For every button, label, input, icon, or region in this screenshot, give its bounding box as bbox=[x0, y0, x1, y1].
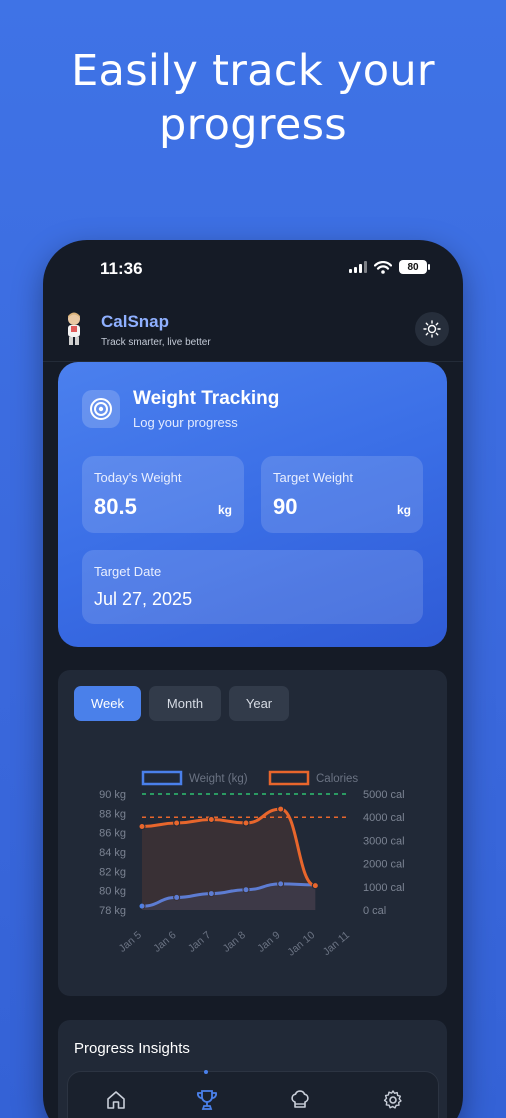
tab-year[interactable]: Year bbox=[229, 686, 289, 721]
left-tick-label: 86 kg bbox=[99, 828, 126, 840]
left-tick-label: 80 kg bbox=[99, 886, 126, 898]
series-point-1 bbox=[311, 882, 319, 890]
legend-swatch-0 bbox=[141, 770, 183, 786]
x-tick-label: Jan 10 bbox=[285, 929, 317, 959]
battery-level: 80 bbox=[407, 261, 419, 273]
avatar-icon bbox=[68, 312, 80, 345]
left-tick-label: 78 kg bbox=[99, 905, 126, 917]
theme-toggle-button[interactable] bbox=[415, 312, 449, 346]
weight-tracking-card: Weight Tracking Log your progress Today'… bbox=[58, 362, 447, 647]
chef-hat-icon bbox=[291, 1090, 309, 1108]
x-tick-label: Jan 5 bbox=[117, 929, 145, 955]
gear-icon bbox=[383, 1090, 402, 1109]
card-subtitle: Log your progress bbox=[133, 415, 238, 430]
left-tick-label: 82 kg bbox=[99, 866, 126, 878]
active-indicator bbox=[204, 1070, 208, 1074]
series-point-1 bbox=[277, 805, 285, 813]
target-weight-label: Target Weight bbox=[273, 470, 353, 485]
todays-weight-value: 80.5 bbox=[94, 494, 137, 519]
x-tick-label: Jan 6 bbox=[151, 929, 179, 955]
right-tick-label: 0 cal bbox=[363, 905, 386, 917]
series-point-1 bbox=[207, 816, 215, 824]
legend-swatch-1 bbox=[268, 770, 310, 786]
insights-title: Progress Insights bbox=[74, 1040, 190, 1057]
target-weight-field[interactable]: Target Weight 90 kg bbox=[261, 456, 423, 533]
sun-icon bbox=[423, 320, 441, 338]
nav-progress[interactable] bbox=[193, 1086, 221, 1114]
app-tagline: Track smarter, live better bbox=[101, 337, 211, 348]
right-tick-label: 2000 cal bbox=[363, 859, 405, 871]
left-tick-label: 84 kg bbox=[99, 847, 126, 859]
x-tick-label: Jan 11 bbox=[321, 929, 352, 958]
legend-label-0: Weight (kg) bbox=[189, 773, 248, 785]
series-point-1 bbox=[138, 822, 146, 830]
nav-settings[interactable] bbox=[379, 1086, 407, 1114]
status-icons: 80 bbox=[349, 260, 430, 274]
right-tick-label: 1000 cal bbox=[363, 882, 405, 894]
tab-week[interactable]: Week bbox=[74, 686, 141, 721]
legend-label-1: Calories bbox=[316, 773, 358, 785]
right-tick-label: 5000 cal bbox=[363, 789, 405, 801]
series-point-1 bbox=[242, 819, 250, 827]
right-tick-label: 3000 cal bbox=[363, 835, 405, 847]
target-weight-unit: kg bbox=[396, 503, 411, 517]
headline-line-1: Easily track your bbox=[71, 46, 435, 96]
progress-chart-card: Week Month Year Weight (kg) Calories 78 kg… bbox=[58, 670, 447, 996]
todays-weight-label: Today's Weight bbox=[94, 470, 182, 485]
target-date-field[interactable]: Target Date Jul 27, 2025 bbox=[82, 550, 423, 624]
battery-icon: 80 bbox=[399, 260, 430, 274]
x-tick-label: Jan 7 bbox=[186, 929, 214, 955]
left-tick-label: 90 kg bbox=[99, 789, 126, 801]
status-time: 11:36 bbox=[100, 259, 143, 278]
card-title: Weight Tracking bbox=[133, 388, 280, 409]
target-date-label: Target Date bbox=[94, 564, 162, 579]
left-tick-label: 88 kg bbox=[99, 808, 126, 820]
todays-weight-unit: kg bbox=[217, 503, 232, 517]
weight-calories-chart: Weight (kg) Calories 78 kg 80 kg 82 kg 84 kg 8… bbox=[99, 770, 405, 959]
app-header: CalSnap Track smarter, live better bbox=[43, 300, 463, 362]
todays-weight-field[interactable]: Today's Weight 80.5 kg bbox=[82, 456, 244, 533]
x-tick-label: Jan 8 bbox=[221, 929, 249, 955]
phone-frame: 11:36 80 CalSnap Track smarter, live bet… bbox=[43, 240, 463, 1118]
signal-icon bbox=[349, 261, 367, 273]
tab-month[interactable]: Month bbox=[149, 686, 221, 721]
bottom-nav bbox=[67, 1070, 439, 1118]
series-point-1 bbox=[173, 819, 181, 827]
app-name: CalSnap bbox=[101, 312, 170, 331]
x-tick-label: Jan 9 bbox=[255, 929, 283, 955]
nav-home[interactable] bbox=[102, 1086, 130, 1114]
trophy-icon bbox=[197, 1090, 217, 1110]
target-date-value: Jul 27, 2025 bbox=[94, 589, 193, 609]
right-tick-label: 4000 cal bbox=[363, 812, 405, 824]
promo-headline: Easily track your progress bbox=[0, 44, 506, 152]
target-icon bbox=[82, 390, 120, 428]
wifi-icon bbox=[374, 260, 392, 274]
target-weight-value: 90 bbox=[273, 494, 298, 519]
headline-line-2: progress bbox=[158, 100, 348, 150]
nav-recipes[interactable] bbox=[286, 1086, 314, 1114]
home-icon bbox=[107, 1091, 125, 1109]
